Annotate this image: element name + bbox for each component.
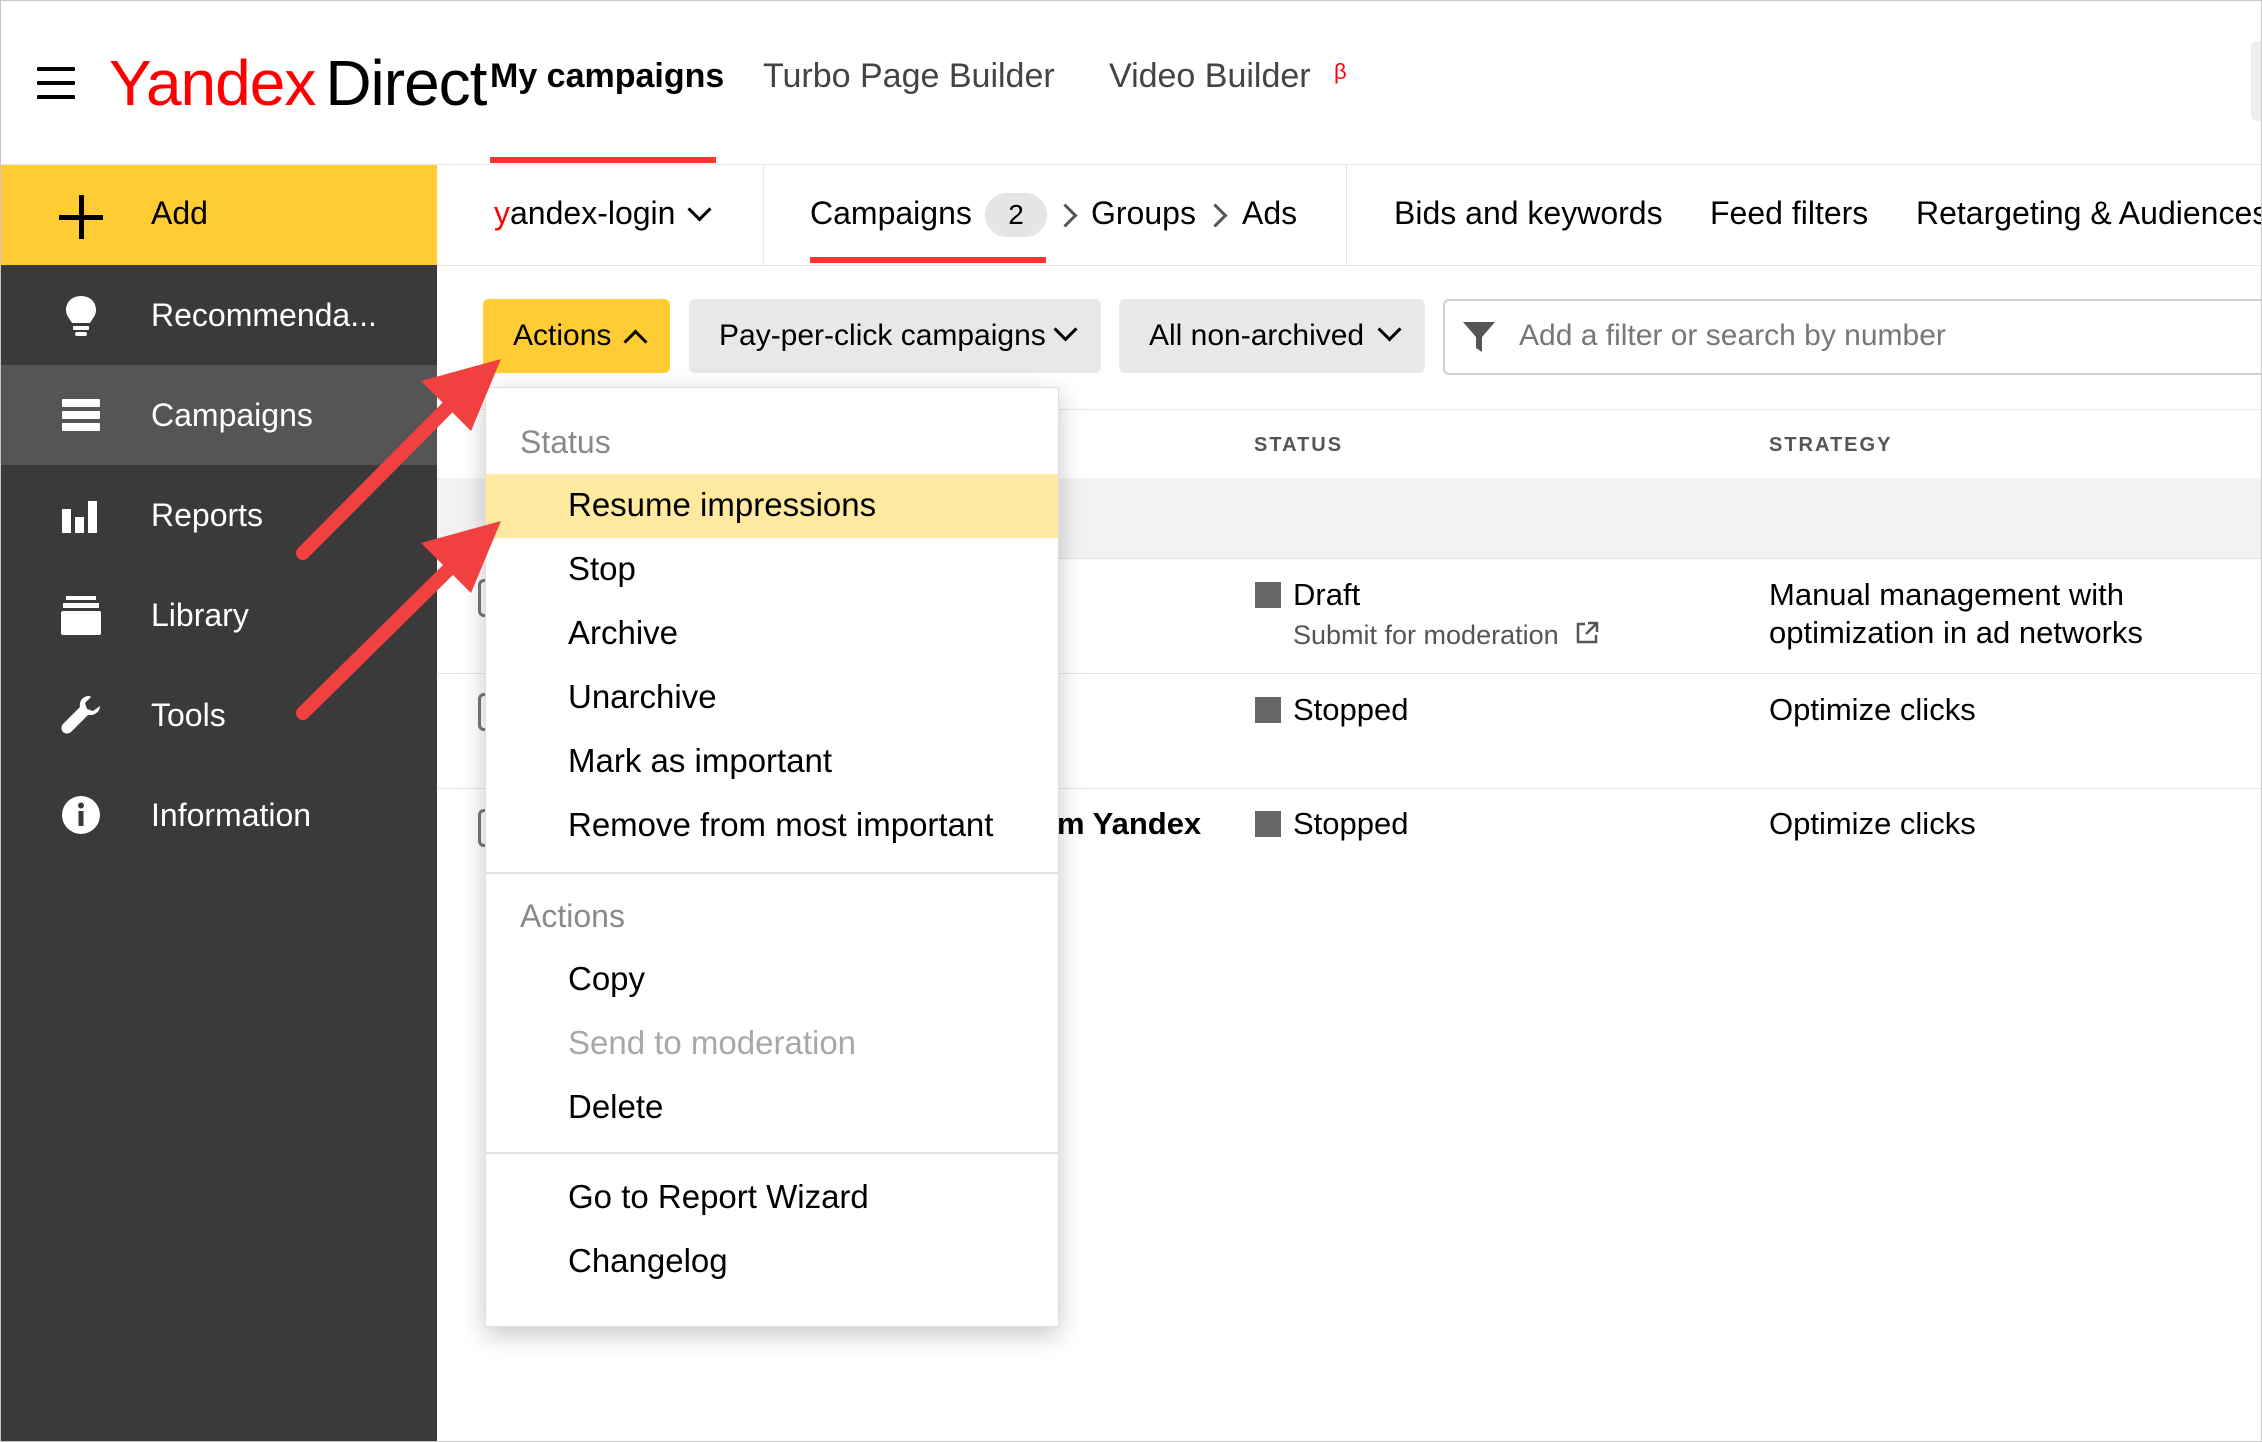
- menu-icon[interactable]: [37, 67, 77, 99]
- sidebar-item-recommendations[interactable]: Recommenda...: [1, 265, 437, 365]
- bar-chart-icon: [62, 501, 97, 533]
- sidebar-item-tools[interactable]: Tools: [1, 665, 437, 765]
- info-icon: [62, 796, 100, 834]
- filter-icon: [1463, 322, 1495, 352]
- status-indicator: [1255, 697, 1281, 723]
- menu-item-archive[interactable]: Archive: [568, 614, 678, 652]
- login-selector[interactable]: yandex-login: [494, 195, 712, 232]
- campaign-type-select[interactable]: Pay-per-click campaigns: [689, 299, 1101, 373]
- status-text: Stopped: [1293, 692, 1409, 727]
- menu-item-resume-impressions[interactable]: Resume impressions: [568, 486, 876, 524]
- status-indicator: [1255, 811, 1281, 837]
- logo-yandex: Yandex: [109, 47, 316, 119]
- sidebar-item-label: Recommenda...: [151, 297, 377, 333]
- breadcrumb-ads[interactable]: Ads: [1242, 195, 1297, 232]
- tab-turbo-page-builder[interactable]: Turbo Page Builder: [763, 57, 1055, 96]
- sidebar-item-label: Campaigns: [151, 397, 313, 433]
- tab-video-builder[interactable]: Video Builder: [1109, 57, 1311, 96]
- search-input[interactable]: Add a filter or search by number: [1443, 299, 2261, 375]
- archive-filter-label: All non-archived: [1149, 319, 1365, 352]
- breadcrumb-campaigns[interactable]: Campaigns: [810, 195, 972, 232]
- submit-for-moderation-link[interactable]: Submit for moderation: [1293, 618, 1600, 651]
- menu-item-unarchive[interactable]: Unarchive: [568, 678, 717, 716]
- menu-item-mark-important[interactable]: Mark as important: [568, 742, 832, 780]
- actions-button-label: Actions: [513, 319, 612, 352]
- sidebar-item-label: Reports: [151, 497, 264, 533]
- campaign-name[interactable]: m Yandex: [1057, 806, 1201, 842]
- actions-dropdown-menu: Status Resume impressions Stop Archive U…: [485, 387, 1059, 1327]
- menu-item-remove-important[interactable]: Remove from most important: [568, 806, 993, 844]
- logo[interactable]: Yandex Direct: [109, 43, 487, 123]
- sidebar-item-label: Library: [151, 597, 249, 633]
- tab-my-campaigns[interactable]: My campaigns: [490, 57, 724, 96]
- divider: [763, 165, 764, 265]
- top-header: Yandex Direct My campaigns Turbo Page Bui…: [1, 1, 2261, 165]
- add-button-label: Add: [151, 195, 208, 231]
- sidebar-item-label: Tools: [151, 697, 226, 733]
- beta-badge: β: [1334, 59, 1347, 84]
- list-icon: [62, 399, 100, 431]
- menu-item-delete[interactable]: Delete: [568, 1088, 663, 1126]
- menu-item-changelog[interactable]: Changelog: [568, 1242, 728, 1280]
- search-placeholder: Add a filter or search by number: [1519, 319, 1946, 352]
- app-window: Yandex Direct My campaigns Turbo Page Bui…: [0, 0, 2262, 1442]
- login-first-letter: y: [494, 195, 510, 231]
- submit-link-label: Submit for moderation: [1293, 620, 1559, 650]
- menu-item-report-wizard[interactable]: Go to Report Wizard: [568, 1178, 869, 1216]
- status-text: Stopped: [1293, 806, 1409, 841]
- chevron-up-icon: [623, 329, 648, 354]
- menu-group-status: Status: [520, 424, 611, 460]
- menu-divider: [486, 1152, 1058, 1154]
- breadcrumb-groups[interactable]: Groups: [1091, 195, 1196, 232]
- menu-group-actions: Actions: [520, 898, 625, 934]
- active-breadcrumb-indicator: [810, 257, 1046, 263]
- column-header-strategy[interactable]: STRATEGY: [1769, 434, 1892, 457]
- scroll-handle[interactable]: [2251, 41, 2261, 121]
- menu-item-stop[interactable]: Stop: [568, 550, 636, 588]
- chevron-down-icon: [1377, 317, 1402, 342]
- sidebar: Add Recommenda... Campaigns Reports Libr…: [1, 165, 437, 1441]
- strategy-text: Manual management with: [1769, 577, 2124, 612]
- actions-button[interactable]: Actions: [483, 299, 670, 373]
- campaign-type-label: Pay-per-click campaigns: [719, 319, 1046, 352]
- strategy-text-line2: optimization in ad networks: [1769, 615, 2143, 650]
- status-text: Draft: [1293, 577, 1361, 612]
- wrench-icon: [61, 696, 100, 734]
- external-link-icon: [1576, 621, 1599, 644]
- campaigns-count-badge: 2: [985, 193, 1047, 237]
- logo-direct: Direct: [325, 47, 487, 119]
- strategy-text: Optimize clicks: [1769, 692, 1976, 727]
- sidebar-item-information[interactable]: Information: [1, 765, 437, 865]
- add-button[interactable]: Add: [1, 165, 437, 265]
- active-tab-indicator: [490, 157, 716, 163]
- menu-item-send-to-moderation: Send to moderation: [568, 1024, 857, 1061]
- sidebar-item-campaigns[interactable]: Campaigns: [1, 365, 437, 465]
- library-icon: [61, 596, 101, 635]
- tab-feed-filters[interactable]: Feed filters: [1710, 195, 1868, 232]
- sidebar-item-reports[interactable]: Reports: [1, 465, 437, 565]
- plus-icon: [59, 195, 103, 239]
- menu-item-copy[interactable]: Copy: [568, 960, 645, 998]
- column-header-status[interactable]: STATUS: [1254, 434, 1343, 457]
- chevron-down-icon: [687, 197, 712, 222]
- status-indicator: [1255, 582, 1281, 608]
- menu-divider: [486, 872, 1058, 874]
- archive-filter-select[interactable]: All non-archived: [1119, 299, 1425, 373]
- login-name: andex-login: [510, 195, 676, 231]
- strategy-text: Optimize clicks: [1769, 806, 1976, 841]
- lightbulb-icon: [66, 296, 96, 336]
- divider: [1346, 165, 1347, 265]
- tab-retargeting-audiences[interactable]: Retargeting & Audiences: [1916, 195, 2261, 232]
- tab-bids-and-keywords[interactable]: Bids and keywords: [1394, 195, 1663, 232]
- sidebar-item-library[interactable]: Library: [1, 565, 437, 665]
- chevron-down-icon: [1053, 317, 1078, 342]
- sidebar-item-label: Information: [151, 797, 312, 833]
